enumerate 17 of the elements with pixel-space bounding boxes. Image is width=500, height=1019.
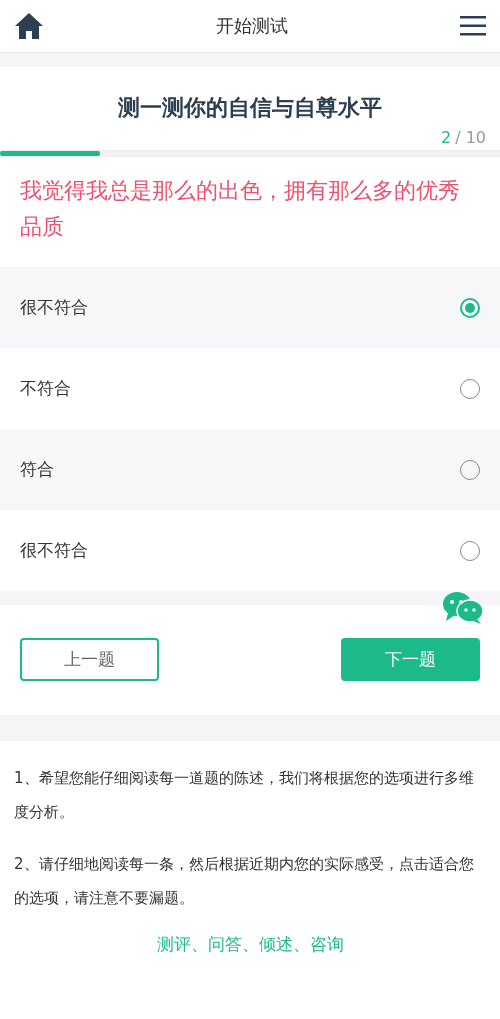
menu-icon[interactable] xyxy=(460,15,486,37)
option-label[interactable]: 不符合 xyxy=(20,377,71,400)
chat-icon[interactable] xyxy=(442,591,484,625)
instruction-text: 1、希望您能仔细阅读每一道题的陈述，我们将根据您的选项进行多维度分析。 xyxy=(14,768,475,823)
option-label[interactable]: 很不符合 xyxy=(20,296,88,319)
previous-button[interactable]: 上一题 xyxy=(20,638,159,681)
option-label[interactable]: 很不符合 xyxy=(20,539,88,562)
progress-total: / 10 xyxy=(455,128,486,147)
footer-text: 测评、问答、倾述、咨询 xyxy=(155,933,345,956)
home-icon[interactable] xyxy=(14,12,44,40)
radio-button[interactable] xyxy=(460,297,480,318)
page-title: 开始测试 xyxy=(216,14,288,38)
option-label[interactable]: 符合 xyxy=(20,458,54,481)
quiz-title: 测一测你的自信与自尊水平 xyxy=(117,94,383,122)
progress-current: 2 xyxy=(440,128,452,147)
instruction-text: 2、请仔细地阅读每一条，然后根据近期内您的实际感受，点击适合您的选项，请注意不要漏题。 xyxy=(14,854,475,909)
question-text: 我觉得我总是那么的出色，拥有那么多的优秀品质 xyxy=(19,177,461,241)
